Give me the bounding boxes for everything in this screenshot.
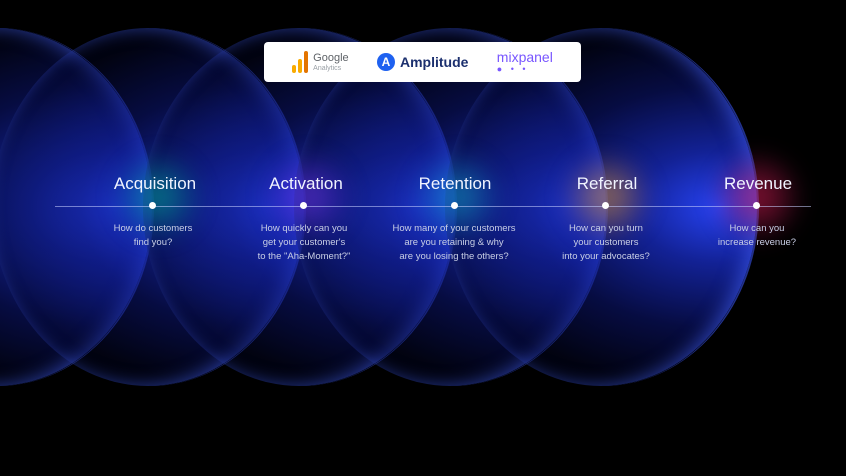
stage-title-revenue: Revenue <box>723 174 793 193</box>
stage-dot-acquisition <box>149 202 156 209</box>
stage-desc-acquisition: How do customers find you? <box>113 223 193 248</box>
stage-dot-revenue <box>753 202 760 209</box>
stage-dot-referral <box>602 202 609 209</box>
analytics-logo-bar: Google Analytics A Amplitude mixpanel ● … <box>264 42 581 82</box>
stage-dot-retention <box>451 202 458 209</box>
mixpanel-logo: mixpanel ● • • <box>497 50 553 74</box>
amplitude-logo: A Amplitude <box>377 53 468 71</box>
stage-title-acquisition: Acquisition <box>113 174 197 193</box>
google-analytics-logo: Google Analytics <box>292 51 349 73</box>
google-logo-text: Google <box>313 51 349 64</box>
funnel-stage: Google Analytics A Amplitude mixpanel ● … <box>0 0 846 476</box>
mixpanel-logo-text: mixpanel <box>496 49 553 65</box>
amplitude-logo-text: Amplitude <box>400 54 469 70</box>
stage-desc-referral: How can you turn your customers into you… <box>562 223 650 262</box>
analytics-logo-text: Analytics <box>313 64 342 72</box>
mixpanel-dots-icon: ● • • <box>496 64 529 74</box>
stage-title-referral: Referral <box>576 174 638 193</box>
amplitude-icon: A <box>377 53 395 71</box>
stage-dot-activation <box>300 202 307 209</box>
funnel-axis-line <box>55 205 811 207</box>
stage-title-activation: Activation <box>269 174 343 193</box>
stage-desc-retention: How many of your customers are you retai… <box>392 223 516 262</box>
stage-title-retention: Retention <box>418 174 492 193</box>
google-analytics-icon <box>292 51 309 73</box>
stage-desc-revenue: How can you increase revenue? <box>717 223 797 248</box>
stage-desc-activation: How quickly can you get your customer's … <box>257 223 351 262</box>
